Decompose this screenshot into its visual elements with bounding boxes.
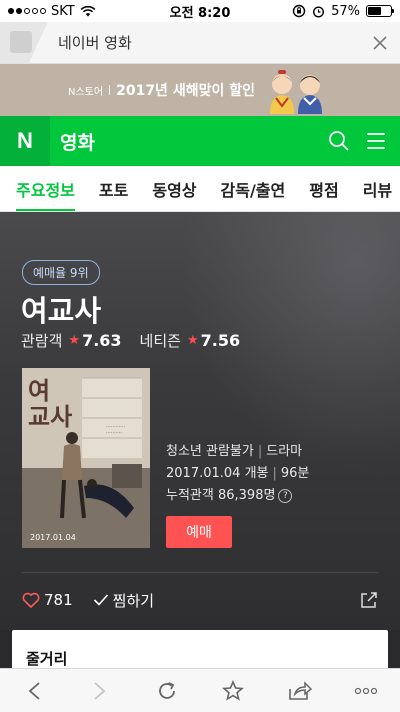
banner-separator [109, 85, 111, 95]
cumulative-audience: 누적관객 86,398명 [166, 488, 276, 503]
synopsis-title: 줄거리 [26, 650, 68, 668]
tab-video[interactable]: 동영상 [140, 166, 208, 211]
heart-icon[interactable] [22, 592, 40, 608]
netizen-label: 네티즌 [139, 332, 181, 350]
scores: 관람객 ★ 7.63 네티즌 ★ 7.56 [21, 330, 258, 351]
promo-banner[interactable]: N스토어 2017년 새해맞이 할인 [0, 64, 400, 116]
search-icon[interactable] [328, 130, 350, 152]
tab-cast[interactable]: 감독/출연 [209, 166, 298, 211]
section-title[interactable]: 영화 [60, 128, 328, 155]
wifi-icon [80, 5, 96, 17]
carrier-label: SKT [51, 3, 75, 19]
naver-header: N 영화 [0, 116, 400, 166]
movie-hero: 예매율 9위 여교사 관람객 ★ 7.63 네티즌 ★ 7.56 ·······… [0, 212, 400, 630]
tab-photo[interactable]: 포토 [87, 166, 140, 211]
svg-text:··········: ·········· [106, 430, 122, 436]
audience-score: 7.63 [82, 331, 122, 350]
poster-date: 2017.01.04 [30, 533, 76, 542]
bookmark-button[interactable] [211, 669, 255, 712]
browser-tab-bar: 네이버 영화 [0, 21, 400, 64]
status-bar: SKT 오전 8:20 57% [0, 0, 400, 22]
movie-title: 여교사 [21, 294, 102, 328]
tab-ratings[interactable]: 평점 [297, 166, 350, 211]
poster-title: 여 교사 [28, 376, 73, 431]
banner-store: N스토어 [68, 86, 104, 98]
runtime: 96분 [280, 466, 310, 481]
audience-label: 관람객 [21, 332, 63, 350]
star-icon: ★ [68, 333, 81, 348]
tab-reviews[interactable]: 리뷰 [351, 166, 400, 211]
movie-actions: 781 찜하기 [22, 582, 378, 618]
menu-icon[interactable] [366, 132, 386, 150]
tab-main-info[interactable]: 주요정보 [0, 166, 87, 211]
check-icon[interactable] [93, 593, 109, 607]
signal-icon [8, 8, 46, 14]
divider [22, 572, 378, 573]
back-button[interactable] [12, 669, 56, 712]
close-icon [373, 35, 387, 50]
battery-percent: 57% [331, 3, 360, 19]
tab-switcher[interactable] [0, 21, 48, 64]
banner-text: 2017년 새해맞이 할인 [116, 83, 255, 99]
info-icon[interactable]: ? [278, 488, 293, 503]
movie-poster[interactable]: ············ ·········· 여 교사 2017.01.04 [22, 368, 150, 548]
reload-button[interactable] [145, 669, 189, 712]
reserve-button[interactable]: 예매 [166, 516, 232, 548]
star-icon: ★ [186, 333, 199, 348]
close-tab-button[interactable] [360, 22, 400, 64]
reload-icon [158, 681, 175, 699]
forward-button[interactable] [78, 669, 122, 712]
movie-meta: 청소년 관람불가 | 드라마 2017.01.04 개봉 | 96분 누적관객 86,3… [166, 444, 310, 503]
netizen-score: 7.56 [200, 331, 241, 350]
age-rating: 청소년 관람불가 [166, 444, 254, 459]
more-button[interactable] [344, 669, 388, 712]
rotation-lock-icon [292, 4, 306, 18]
like-count[interactable]: 781 [44, 591, 73, 609]
genre: 드라마 [266, 444, 303, 459]
battery-icon [366, 5, 394, 17]
banner-kids-illustration [270, 70, 322, 114]
more-icon [354, 687, 378, 694]
movie-tabs: 주요정보 포토 동영상 감독/출연 평점 리뷰 [0, 166, 400, 212]
chevron-left-icon [28, 681, 40, 700]
wish-button[interactable]: 찜하기 [113, 590, 360, 611]
alarm-icon [313, 5, 325, 18]
share-icon[interactable] [360, 591, 378, 609]
tab-title: 네이버 영화 [58, 34, 132, 52]
star-outline-icon [222, 679, 245, 701]
naver-logo[interactable]: N [0, 116, 50, 166]
chevron-right-icon [94, 681, 106, 700]
release-date: 2017.01.04 개봉 [166, 466, 269, 481]
share-arrow-icon [288, 680, 312, 700]
share-page-button[interactable] [278, 669, 322, 712]
browser-toolbar [0, 668, 400, 712]
rank-badge: 예매율 9위 [22, 260, 100, 285]
